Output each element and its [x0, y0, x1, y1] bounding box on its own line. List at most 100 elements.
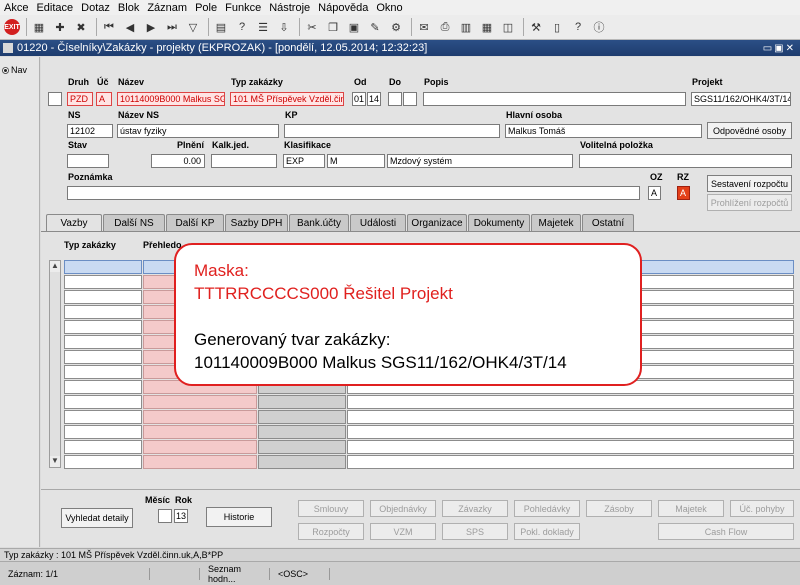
table-cell[interactable]	[347, 455, 794, 469]
do-month-field[interactable]	[388, 92, 402, 106]
volitelna-polozka-field[interactable]	[579, 154, 792, 168]
klasifikace-3-field[interactable]: Mzdový systém	[387, 154, 573, 168]
vzm-button[interactable]: VZM	[370, 523, 436, 540]
table-cell[interactable]	[64, 275, 142, 289]
cash-flow-button[interactable]: Cash Flow	[658, 523, 794, 540]
attach-icon[interactable]: ⎙	[436, 18, 454, 36]
popis-field[interactable]	[423, 92, 686, 106]
tab-dokumenty[interactable]: Dokumenty	[468, 214, 530, 231]
first-record-icon[interactable]: ⏮	[100, 18, 118, 36]
zavazky-button[interactable]: Závazky	[442, 500, 508, 517]
klasifikace-1-field[interactable]: EXP	[283, 154, 325, 168]
table-cell[interactable]	[64, 335, 142, 349]
table-cell[interactable]	[64, 350, 142, 364]
table-cell[interactable]	[143, 455, 257, 469]
klasifikace-2-field[interactable]: M	[327, 154, 385, 168]
chart-icon[interactable]: ◫	[499, 18, 517, 36]
info-icon[interactable]: ⓘ	[590, 18, 608, 36]
save-icon[interactable]: ▦	[30, 18, 48, 36]
nazev-ns-field[interactable]: ústav fyziky	[117, 124, 279, 138]
vyhledat-detaily-button[interactable]: Vyhledat detaily	[61, 508, 133, 528]
menu-funkce[interactable]: Funkce	[221, 2, 265, 14]
tab-dalsi-ns[interactable]: Další NS	[103, 214, 165, 231]
historie-button[interactable]: Historie	[206, 507, 272, 527]
table-cell[interactable]	[64, 365, 142, 379]
table-row[interactable]	[64, 440, 794, 454]
table-cell[interactable]	[143, 395, 257, 409]
table-cell[interactable]	[64, 440, 142, 454]
prev-record-icon[interactable]: ◀	[121, 18, 139, 36]
tools-icon[interactable]: ⚒	[527, 18, 545, 36]
table-row[interactable]	[64, 410, 794, 424]
projekt-field[interactable]: SGS11/162/OHK4/3T/14	[691, 92, 791, 106]
menu-editace[interactable]: Editace	[32, 2, 77, 14]
smlouvy-button[interactable]: Smlouvy	[298, 500, 364, 517]
table-cell[interactable]	[347, 425, 794, 439]
menu-okno[interactable]: Okno	[372, 2, 406, 14]
table-cell[interactable]	[143, 440, 257, 454]
help-icon[interactable]: ?	[569, 18, 587, 36]
menu-dotaz[interactable]: Dotaz	[77, 2, 114, 14]
menu-akce[interactable]: Akce	[0, 2, 32, 14]
poznamka-field[interactable]	[67, 186, 640, 200]
table-cell[interactable]	[64, 395, 142, 409]
menu-blok[interactable]: Blok	[114, 2, 143, 14]
table-cell[interactable]	[347, 440, 794, 454]
tab-majetek[interactable]: Majetek	[531, 214, 581, 231]
rozpocty-button[interactable]: Rozpočty	[298, 523, 364, 540]
table-cell[interactable]	[64, 410, 142, 424]
query-icon[interactable]: ?	[233, 18, 251, 36]
table-row[interactable]	[64, 395, 794, 409]
od-year-field[interactable]: 14	[367, 92, 381, 106]
menu-pole[interactable]: Pole	[191, 2, 221, 14]
zasoby-button[interactable]: Zásoby	[586, 500, 652, 517]
table-row[interactable]	[64, 455, 794, 469]
calculator-icon[interactable]: ▥	[457, 18, 475, 36]
pokl-doklady-button[interactable]: Pokl. doklady	[514, 523, 580, 540]
cut-icon[interactable]: ✂	[303, 18, 321, 36]
kalk-jed-field[interactable]	[211, 154, 277, 168]
table-cell[interactable]	[347, 395, 794, 409]
table-cell[interactable]	[258, 395, 346, 409]
table-cell[interactable]	[64, 455, 142, 469]
table-cell[interactable]	[143, 425, 257, 439]
print-icon[interactable]: ▤	[212, 18, 230, 36]
delete-record-icon[interactable]: ✖	[72, 18, 90, 36]
paste-icon[interactable]: ▣	[345, 18, 363, 36]
do-year-field[interactable]	[403, 92, 417, 106]
exit-icon[interactable]: EXIT	[4, 19, 20, 35]
sps-button[interactable]: SPS	[442, 523, 508, 540]
table-cell[interactable]	[64, 425, 142, 439]
druh-field[interactable]: PZD	[67, 92, 93, 106]
tab-organizace[interactable]: Organizace	[407, 214, 467, 231]
rok-field[interactable]: 13	[174, 509, 188, 523]
new-record-icon[interactable]: ✚	[51, 18, 69, 36]
pohledavky-button[interactable]: Pohledávky	[514, 500, 580, 517]
select-checkbox[interactable]	[48, 92, 62, 106]
ns-field[interactable]: 12102	[67, 124, 113, 138]
nav-radio[interactable]: Nav	[2, 65, 27, 75]
document-icon[interactable]: ▯	[548, 18, 566, 36]
uc-pohyby-button[interactable]: Úč. pohyby	[730, 500, 794, 517]
rz-field[interactable]: A	[677, 186, 690, 200]
calendar-icon[interactable]: ▦	[478, 18, 496, 36]
tab-dalsi-kp[interactable]: Další KP	[166, 214, 224, 231]
table-cell[interactable]	[64, 290, 142, 304]
table-cell[interactable]	[64, 305, 142, 319]
window-controls-icon[interactable]: ▭▣✕	[763, 43, 796, 54]
table-cell[interactable]	[64, 260, 142, 274]
tab-vazby[interactable]: Vazby	[46, 214, 102, 232]
scroll-up-icon[interactable]: ▲	[50, 261, 60, 272]
uc-field[interactable]: A	[96, 92, 112, 106]
copy-icon[interactable]: ❐	[324, 18, 342, 36]
list-icon[interactable]: ☰	[254, 18, 272, 36]
sestaveni-rozpoctu-button[interactable]: Sestavení rozpočtu	[707, 175, 792, 192]
table-cell[interactable]	[143, 410, 257, 424]
properties-icon[interactable]: ⚙	[387, 18, 405, 36]
objednavky-button[interactable]: Objednávky	[370, 500, 436, 517]
menu-nastroje[interactable]: Nástroje	[265, 2, 314, 14]
table-cell[interactable]	[64, 320, 142, 334]
tab-bank-ucty[interactable]: Bank.účty	[289, 214, 349, 231]
next-record-icon[interactable]: ▶	[142, 18, 160, 36]
filter-icon[interactable]: ▽	[184, 18, 202, 36]
